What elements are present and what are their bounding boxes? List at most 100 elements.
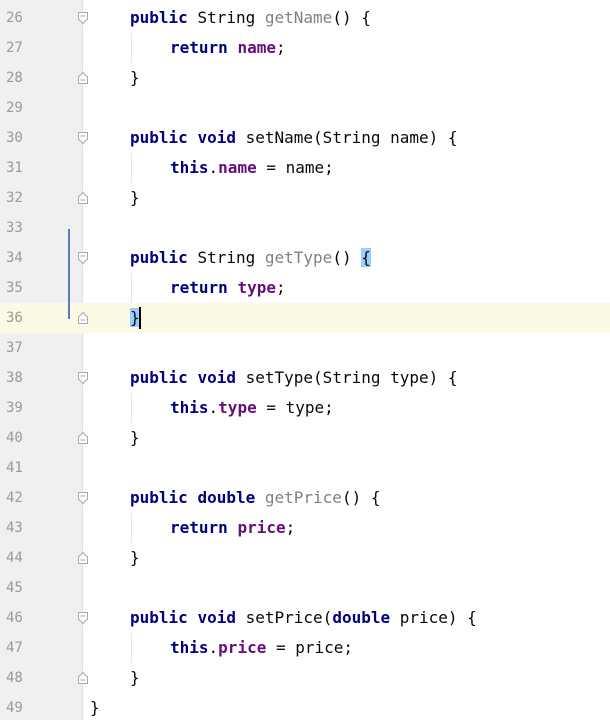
line-number: 35	[6, 280, 23, 296]
vcs-change-marker[interactable]	[68, 229, 70, 319]
code-text[interactable]: public String getName() {	[130, 3, 371, 33]
code-text[interactable]: }	[130, 543, 140, 573]
code-token: this	[170, 398, 209, 417]
code-line[interactable]: 31 this.name = name;	[0, 153, 610, 183]
code-line[interactable]: 48}	[0, 663, 610, 693]
code-token: void	[197, 368, 236, 387]
fold-start-icon[interactable]	[77, 11, 89, 25]
code-token: }	[130, 668, 140, 687]
fold-start-icon[interactable]	[77, 131, 89, 145]
code-token: ;	[275, 278, 286, 297]
code-line[interactable]: 36}	[0, 303, 610, 333]
code-text[interactable]: }	[90, 693, 100, 723]
code-line[interactable]: 42 public double getPrice() {	[0, 483, 610, 513]
code-token: return	[170, 38, 228, 57]
code-token: }	[90, 698, 100, 717]
code-line[interactable]: 33	[0, 213, 610, 243]
code-token: void	[197, 608, 236, 627]
code-line[interactable]: 43 return price;	[0, 513, 610, 543]
code-text[interactable]: }	[130, 63, 140, 93]
code-line[interactable]: 49}	[0, 693, 610, 723]
code-text[interactable]: public void setType(String type) {	[130, 363, 458, 393]
fold-start-icon[interactable]	[77, 251, 89, 265]
line-number: 49	[6, 700, 23, 716]
code-line[interactable]: 41	[0, 453, 610, 483]
code-token: }	[130, 548, 140, 567]
code-text[interactable]: this.name = name;	[170, 153, 334, 183]
line-number: 33	[6, 220, 23, 236]
code-line[interactable]: 34 public String getType() {	[0, 243, 610, 273]
code-text[interactable]: }	[130, 663, 140, 693]
code-token: return	[170, 518, 228, 537]
line-number: 48	[6, 670, 23, 686]
code-line[interactable]: 27 return name;	[0, 33, 610, 63]
code-token: public	[130, 488, 188, 507]
line-number: 38	[6, 370, 23, 386]
indent-guide	[131, 393, 132, 423]
code-line[interactable]: 37	[0, 333, 610, 363]
code-token: price) {	[390, 608, 477, 627]
code-editor[interactable]: 26 public String getName() { 27 return name…	[0, 0, 610, 720]
code-line[interactable]: 29	[0, 93, 610, 123]
code-text[interactable]: this.type = type;	[170, 393, 334, 423]
code-line[interactable]: 35 return type;	[0, 273, 610, 303]
code-line[interactable]: 28}	[0, 63, 610, 93]
line-number: 44	[6, 550, 23, 566]
code-line[interactable]: 45	[0, 573, 610, 603]
code-token: = name;	[256, 158, 334, 177]
code-line[interactable]: 46 public void setPrice(double price) {	[0, 603, 610, 633]
fold-end-icon[interactable]	[77, 431, 89, 445]
line-number: 39	[6, 400, 23, 416]
code-text[interactable]: }	[130, 423, 140, 453]
code-text[interactable]: return price;	[170, 513, 295, 543]
code-text[interactable]: }	[130, 183, 140, 213]
code-token: price	[237, 518, 286, 537]
code-text[interactable]: return type;	[170, 273, 286, 303]
fold-end-icon[interactable]	[77, 551, 89, 565]
code-text[interactable]: public double getPrice() {	[130, 483, 380, 513]
line-number: 27	[6, 40, 23, 56]
code-line[interactable]: 26 public String getName() {	[0, 3, 610, 33]
code-token: void	[197, 128, 236, 147]
indent-guide	[131, 33, 132, 63]
fold-end-icon[interactable]	[77, 71, 89, 85]
fold-end-icon[interactable]	[77, 671, 89, 685]
code-token: getType	[264, 248, 333, 267]
code-line[interactable]: 32}	[0, 183, 610, 213]
code-text[interactable]: public String getType() {	[130, 243, 371, 273]
fold-start-icon[interactable]	[77, 491, 89, 505]
fold-end-icon[interactable]	[77, 311, 89, 325]
indent-guide	[131, 633, 132, 663]
code-token: public	[130, 128, 188, 147]
code-line[interactable]: 47 this.price = price;	[0, 633, 610, 663]
code-text[interactable]: public void setName(String name) {	[130, 123, 458, 153]
code-token: type	[237, 278, 276, 297]
code-text[interactable]: public void setPrice(double price) {	[130, 603, 477, 633]
code-token: ()	[332, 248, 362, 267]
fold-end-icon[interactable]	[77, 191, 89, 205]
code-token: ;	[285, 518, 296, 537]
code-line[interactable]: 40}	[0, 423, 610, 453]
code-token: () {	[332, 8, 371, 27]
code-text[interactable]: return name;	[170, 33, 286, 63]
code-line[interactable]: 39 this.type = type;	[0, 393, 610, 423]
fold-start-icon[interactable]	[77, 371, 89, 385]
fold-start-icon[interactable]	[77, 611, 89, 625]
line-number: 34	[6, 250, 23, 266]
code-line[interactable]: 38 public void setType(String type) {	[0, 363, 610, 393]
code-token: double	[197, 488, 256, 507]
code-line[interactable]: 30 public void setName(String name) {	[0, 123, 610, 153]
line-number: 26	[6, 10, 23, 26]
code-line[interactable]: 44}	[0, 543, 610, 573]
code-text[interactable]: this.price = price;	[170, 633, 353, 663]
code-token: price	[218, 638, 267, 657]
code-token: return	[170, 278, 228, 297]
